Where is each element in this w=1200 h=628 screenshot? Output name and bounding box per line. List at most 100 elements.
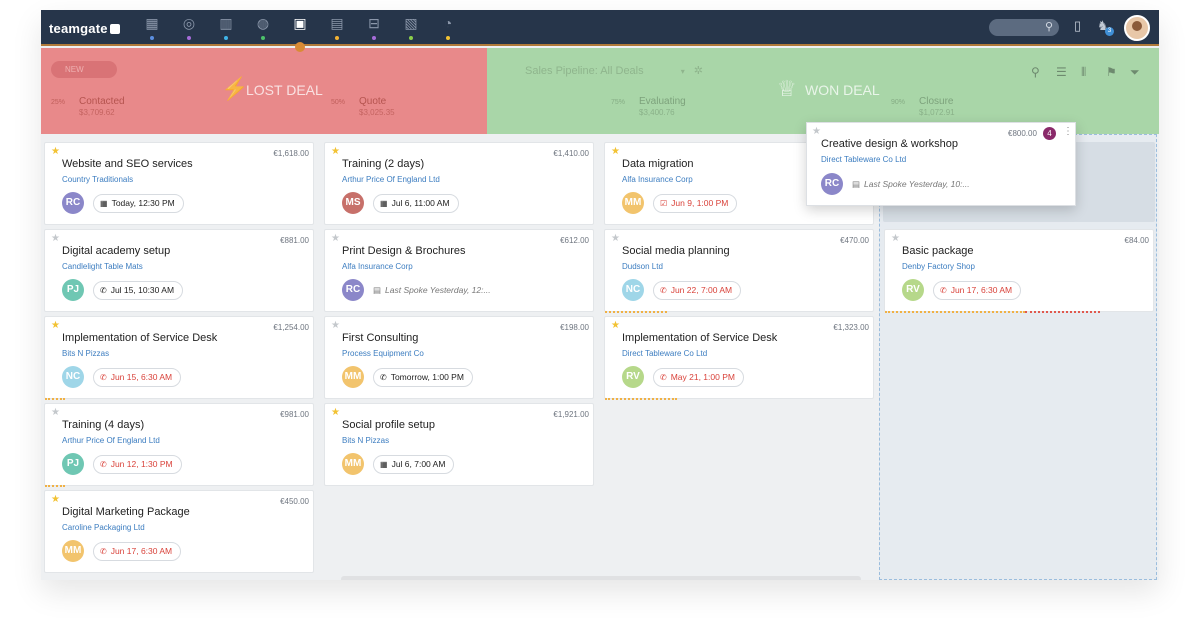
owner-avatar[interactable]: RV xyxy=(622,366,644,388)
deal-title[interactable]: Training (4 days) xyxy=(62,419,144,431)
star-icon[interactable]: ★ xyxy=(331,407,340,418)
deal-card[interactable]: ★ €981.00 Training (4 days) Arthur Price… xyxy=(44,403,314,487)
star-icon[interactable]: ★ xyxy=(51,233,60,244)
star-icon[interactable]: ★ xyxy=(331,320,340,331)
activity-pill[interactable]: ✆ Jul 15, 10:30 AM xyxy=(93,281,184,300)
deal-title[interactable]: Social media planning xyxy=(622,245,730,257)
activity-pill[interactable]: ▦ Jul 6, 7:00 AM xyxy=(373,455,455,474)
star-icon[interactable]: ★ xyxy=(891,233,900,244)
search-icon[interactable]: ⚲ xyxy=(1031,65,1040,79)
deal-card[interactable]: ★ €1,323.00 Implementation of Service De… xyxy=(604,316,874,400)
owner-avatar[interactable]: MM xyxy=(62,540,84,562)
deal-title[interactable]: Website and SEO services xyxy=(62,158,193,170)
deal-card[interactable]: ★ €1,254.00 Implementation of Service De… xyxy=(44,316,314,400)
deal-title[interactable]: Creative design & workshop xyxy=(821,138,958,150)
owner-avatar[interactable]: NC xyxy=(62,366,84,388)
board-view-icon[interactable]: ⦀ xyxy=(1081,65,1086,80)
teamgate-logo[interactable]: teamgate xyxy=(49,21,120,36)
building-icon[interactable]: ▥ xyxy=(217,14,235,32)
lost-deal-drop-zone[interactable]: NEW ⚡ LOST DEAL xyxy=(41,48,487,134)
company-link[interactable]: Direct Tableware Co Ltd xyxy=(821,155,906,164)
owner-avatar[interactable]: PJ xyxy=(62,279,84,301)
star-icon[interactable]: ★ xyxy=(812,126,821,137)
company-link[interactable]: Alfa Insurance Corp xyxy=(622,175,693,184)
company-link[interactable]: Bits N Pizzas xyxy=(62,349,109,358)
activity-pill[interactable]: ▦ Jul 6, 11:00 AM xyxy=(373,194,459,213)
deal-card[interactable]: ★ €198.00 First Consulting Process Equip… xyxy=(324,316,594,399)
deal-title[interactable]: Training (2 days) xyxy=(342,158,424,170)
deal-card[interactable]: ★ €1,921.00 Social profile setup Bits N … xyxy=(324,403,594,486)
target-icon[interactable]: ◎ xyxy=(180,14,198,32)
star-icon[interactable]: ★ xyxy=(51,146,60,157)
filter-icon[interactable]: ⏷ xyxy=(1130,65,1140,80)
documents-icon[interactable]: ▧ xyxy=(402,14,420,32)
owner-avatar[interactable]: RC xyxy=(821,173,843,195)
star-icon[interactable]: ★ xyxy=(51,494,60,505)
pipeline-selector[interactable]: Sales Pipeline: All Deals ▾ ✲ xyxy=(525,64,703,77)
user-avatar[interactable] xyxy=(1124,15,1150,41)
owner-avatar[interactable]: RC xyxy=(62,192,84,214)
dashboard-icon[interactable]: ▦ xyxy=(143,14,161,32)
list-view-icon[interactable]: ☰ xyxy=(1056,65,1067,79)
deal-title[interactable]: Basic package xyxy=(902,245,974,257)
star-icon[interactable]: ★ xyxy=(611,146,620,157)
deal-title[interactable]: Data migration xyxy=(622,158,694,170)
company-link[interactable]: Arthur Price Of England Ltd xyxy=(62,436,160,445)
owner-avatar[interactable]: MM xyxy=(342,366,364,388)
deal-card[interactable]: ★ €1,618.00 Website and SEO services Cou… xyxy=(44,142,314,225)
star-icon[interactable]: ★ xyxy=(611,233,620,244)
map-pin-icon[interactable]: ⚑ xyxy=(1106,65,1117,79)
activity-pill[interactable]: ✆ Tomorrow, 1:00 PM xyxy=(373,368,473,387)
deal-card[interactable]: ★ €450.00 Digital Marketing Package Caro… xyxy=(44,490,314,573)
owner-avatar[interactable]: MM xyxy=(622,192,644,214)
activity-pill[interactable]: ✆ Jun 22, 7:00 AM xyxy=(653,281,742,300)
star-icon[interactable]: ★ xyxy=(331,146,340,157)
dragged-deal-card[interactable]: ★ €800.00 4 ⋮ Creative design & workshop… xyxy=(806,122,1076,206)
deal-title[interactable]: Implementation of Service Desk xyxy=(622,332,777,344)
briefcase-icon[interactable]: ▣ xyxy=(291,14,309,32)
more-options-icon[interactable]: ⋮ xyxy=(1063,126,1073,137)
company-link[interactable]: Arthur Price Of England Ltd xyxy=(342,175,440,184)
star-icon[interactable]: ★ xyxy=(611,320,620,331)
deal-card[interactable]: ★ €612.00 Print Design & Brochures Alfa … xyxy=(324,229,594,312)
owner-avatar[interactable]: MS xyxy=(342,192,364,214)
horizontal-scrollbar[interactable] xyxy=(341,576,861,580)
new-deal-button[interactable]: NEW xyxy=(51,61,117,78)
star-icon[interactable]: ★ xyxy=(51,407,60,418)
company-link[interactable]: Candlelight Table Mats xyxy=(62,262,143,271)
deal-title[interactable]: Implementation of Service Desk xyxy=(62,332,217,344)
dashboard-gauge-icon[interactable]: ◍ xyxy=(254,14,272,32)
activity-pill[interactable]: ▦ Today, 12:30 PM xyxy=(93,194,184,213)
deal-card[interactable]: ★ €1,410.00 Training (2 days) Arthur Pri… xyxy=(324,142,594,225)
star-icon[interactable]: ★ xyxy=(331,233,340,244)
deal-card[interactable]: ★ €84.00 Basic package Denby Factory Sho… xyxy=(884,229,1154,313)
calendar-icon[interactable]: ▤ xyxy=(328,14,346,32)
deal-card[interactable]: ★ €881.00 Digital academy setup Candleli… xyxy=(44,229,314,312)
deal-title[interactable]: Digital Marketing Package xyxy=(62,506,190,518)
owner-avatar[interactable]: PJ xyxy=(62,453,84,475)
pie-chart-icon[interactable]: ◔ xyxy=(439,14,457,32)
activity-pill[interactable]: ✆ Jun 17, 6:30 AM xyxy=(93,542,182,561)
lock-icon[interactable]: ⊟ xyxy=(365,14,383,32)
owner-avatar[interactable]: NC xyxy=(622,279,644,301)
phone-icon[interactable]: ▯ xyxy=(1074,18,1081,34)
deal-title[interactable]: First Consulting xyxy=(342,332,418,344)
deal-title[interactable]: Print Design & Brochures xyxy=(342,245,466,257)
deal-card[interactable]: ★ €470.00 Social media planning Dudson L… xyxy=(604,229,874,313)
company-link[interactable]: Denby Factory Shop xyxy=(902,262,975,271)
company-link[interactable]: Caroline Packaging Ltd xyxy=(62,523,145,532)
deal-title[interactable]: Digital academy setup xyxy=(62,245,170,257)
owner-avatar[interactable]: MM xyxy=(342,453,364,475)
company-link[interactable]: Country Traditionals xyxy=(62,175,133,184)
company-link[interactable]: Direct Tableware Co Ltd xyxy=(622,349,707,358)
activity-pill[interactable]: ☑ Jun 9, 1:00 PM xyxy=(653,194,738,213)
owner-avatar[interactable]: RC xyxy=(342,279,364,301)
activity-pill[interactable]: ✆ Jun 17, 6:30 AM xyxy=(933,281,1022,300)
deal-title[interactable]: Social profile setup xyxy=(342,419,435,431)
owner-avatar[interactable]: RV xyxy=(902,279,924,301)
activity-pill[interactable]: ✆ May 21, 1:00 PM xyxy=(653,368,744,387)
star-icon[interactable]: ★ xyxy=(51,320,60,331)
company-link[interactable]: Bits N Pizzas xyxy=(342,436,389,445)
company-link[interactable]: Dudson Ltd xyxy=(622,262,663,271)
company-link[interactable]: Process Equipment Co xyxy=(342,349,424,358)
